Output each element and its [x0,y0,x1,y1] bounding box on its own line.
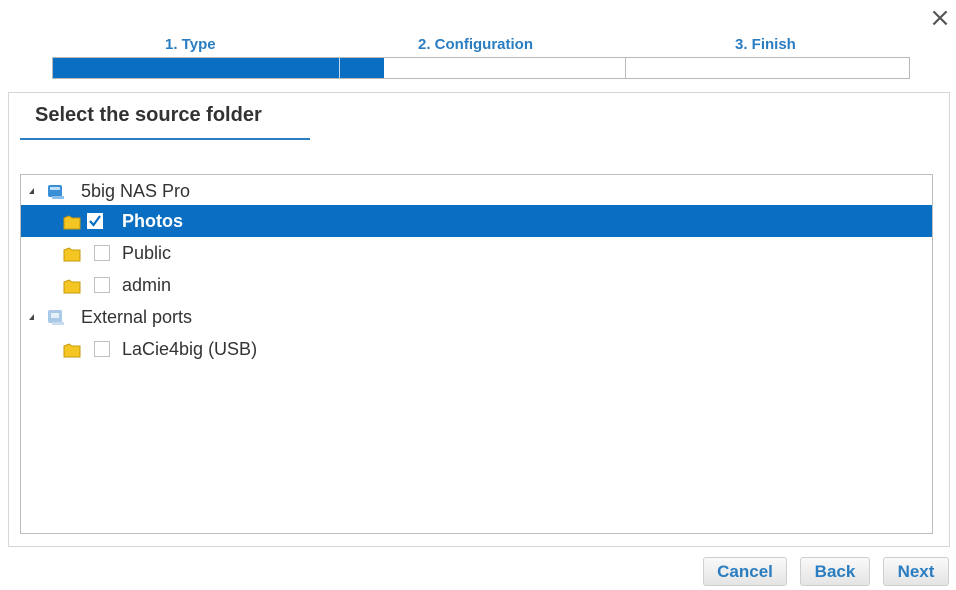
nas-icon [47,182,65,199]
tree-node-label: admin [122,274,172,295]
cancel-button[interactable]: Cancel [703,557,787,586]
folder-tree[interactable]: 5big NAS Pro Photos Public admin Externa… [20,174,933,534]
admin-checkbox[interactable] [94,277,110,293]
folder-icon [63,278,81,294]
panel-title: Select the source folder [35,104,262,126]
folder-icon [63,342,81,358]
lacie4big-checkbox[interactable] [94,341,110,357]
back-button[interactable]: Back [800,557,870,586]
photos-checkbox[interactable] [87,213,103,229]
expand-arrow-icon[interactable] [29,314,34,320]
tree-node-5big-nas-pro[interactable]: 5big NAS Pro [21,175,932,207]
progress-fill [53,58,385,78]
tree-node-admin[interactable]: admin [21,269,932,301]
tree-node-label: Photos [122,210,183,231]
next-button[interactable]: Next [883,557,949,586]
step-type-label: 1. Type [165,36,216,53]
step-finish-label: 3. Finish [735,36,796,53]
step-configuration-label: 2. Configuration [418,36,533,53]
tree-node-lacie4big-usb[interactable]: LaCie4big (USB) [21,333,932,365]
expand-arrow-icon[interactable] [29,188,34,194]
tree-node-label: LaCie4big (USB) [122,338,258,359]
tree-node-public[interactable]: Public [21,237,932,269]
folder-icon [63,214,81,230]
tree-node-label: Public [122,242,172,263]
external-ports-icon [47,308,65,325]
title-underline [20,138,310,140]
progress-divider [625,58,626,78]
public-checkbox[interactable] [94,245,110,261]
folder-icon [63,246,81,262]
tree-node-label: 5big NAS Pro [81,180,191,201]
tree-node-photos[interactable]: Photos [21,205,932,237]
progress-divider [339,58,340,78]
wizard-progress-bar [52,57,910,79]
tree-node-external-ports[interactable]: External ports [21,301,932,333]
close-icon: × [929,3,951,33]
tree-node-label: External ports [81,306,193,327]
close-button[interactable]: × [928,3,952,33]
